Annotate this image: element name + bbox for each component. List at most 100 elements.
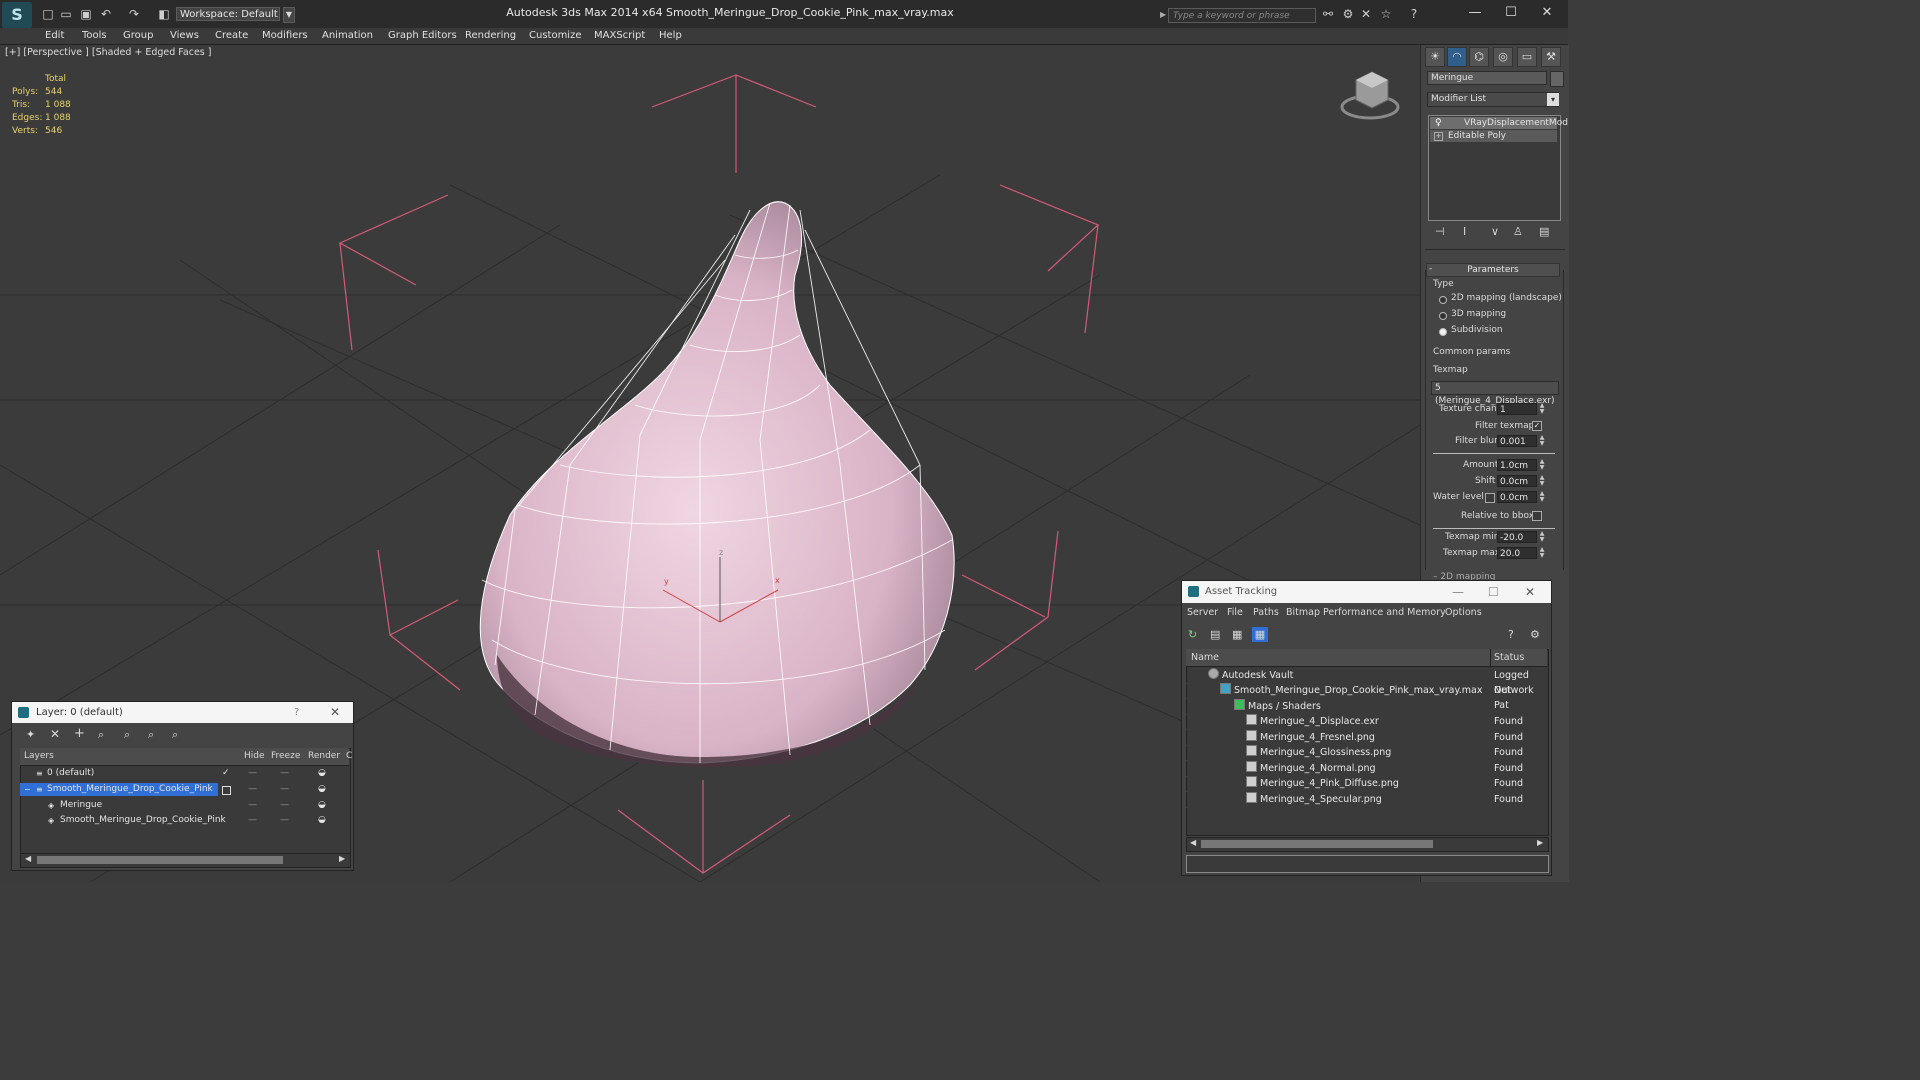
close-button[interactable]: ✕: [1528, 4, 1566, 22]
column-hide[interactable]: Hide: [244, 748, 265, 765]
add-to-layer-icon[interactable]: +: [74, 726, 85, 741]
menu-customize[interactable]: Customize: [529, 29, 582, 43]
layer-name[interactable]: 0 (default): [47, 766, 94, 781]
modifier-list-dropdown[interactable]: Modifier List: [1427, 92, 1559, 107]
expand-icon[interactable]: +: [1434, 132, 1443, 141]
texmap-button[interactable]: 5 (Meringue_4_Displace.exr): [1431, 381, 1559, 406]
texmap-max-spinner-icon[interactable]: ▲ ▼: [1539, 547, 1545, 559]
object-name-field[interactable]: Meringue: [1427, 71, 1547, 85]
save-icon[interactable]: ▣: [78, 7, 94, 21]
viewport-label[interactable]: [+] [Perspective ] [Shaded + Edged Faces…: [5, 47, 211, 58]
option-subdivision[interactable]: Subdivision: [1451, 325, 1503, 335]
render-teapot-icon[interactable]: ◒: [318, 766, 326, 781]
select-objects-icon[interactable]: ⌕: [98, 728, 104, 742]
shift-spinner-icon[interactable]: ▲ ▼: [1539, 475, 1545, 487]
binoculars-icon[interactable]: ⚯: [1320, 7, 1336, 21]
asset-name[interactable]: Smooth_Meringue_Drop_Cookie_Pink_max_vra…: [1220, 683, 1482, 698]
display-tab-icon[interactable]: ▭: [1517, 47, 1537, 67]
remove-modifier-icon[interactable]: ♙: [1513, 225, 1523, 238]
modifier-list-arrow-icon[interactable]: ▾: [1547, 93, 1559, 106]
collapse-icon[interactable]: −: [24, 782, 31, 797]
layer-name[interactable]: Meringue: [60, 798, 102, 813]
subscription-icon[interactable]: ⚙: [1340, 7, 1356, 21]
layers-horizontal-scrollbar[interactable]: ◀ ▶: [20, 853, 351, 868]
app-logo-icon[interactable]: S: [2, 2, 32, 28]
help-icon[interactable]: ?: [1406, 7, 1422, 21]
scroll-thumb[interactable]: [37, 856, 283, 864]
asset-dialog-title-bar[interactable]: Asset Tracking — ☐ ✕: [1182, 581, 1551, 603]
minimize-button[interactable]: —: [1456, 4, 1494, 22]
filter-texmap-checkbox[interactable]: ✓: [1532, 421, 1542, 431]
scroll-thumb[interactable]: [1201, 840, 1433, 848]
relative-bbox-checkbox[interactable]: [1532, 511, 1542, 521]
search-input[interactable]: Type a keyword or phrase: [1168, 8, 1316, 23]
asset-name[interactable]: Maps / Shaders: [1234, 699, 1321, 714]
menu-group[interactable]: Group: [123, 29, 153, 43]
close-icon[interactable]: ✕: [330, 702, 340, 723]
utilities-tab-icon[interactable]: ⚒: [1541, 47, 1561, 67]
asset-name[interactable]: Autodesk Vault: [1208, 668, 1293, 683]
menu-modifiers[interactable]: Modifiers: [262, 29, 308, 43]
list-view-icon[interactable]: ▤: [1210, 628, 1220, 641]
water-level-input[interactable]: 0.0cm: [1497, 491, 1537, 503]
menu-graph-editors[interactable]: Graph Editors: [388, 29, 457, 43]
menu-help[interactable]: Help: [659, 29, 682, 43]
menu-server[interactable]: Server: [1187, 605, 1218, 620]
radio-2d-mapping[interactable]: [1439, 296, 1447, 304]
open-file-icon[interactable]: ▭: [58, 7, 74, 21]
menu-options[interactable]: Options: [1445, 605, 1482, 620]
texmap-max-input[interactable]: 20.0: [1497, 547, 1537, 559]
layer-name[interactable]: Smooth_Meringue_Drop_Cookie_Pink: [60, 813, 226, 828]
render-teapot-icon[interactable]: ◒: [318, 782, 326, 797]
layer-row[interactable]: ≡ 0 (default) ✓ — — ◒: [20, 766, 349, 781]
communication-center-icon[interactable]: ✕: [1358, 7, 1374, 21]
menu-bitmap-performance[interactable]: Bitmap Performance and Memory: [1286, 605, 1446, 620]
asset-row[interactable]: Meringue_4_Displace.exr Found: [1186, 714, 1545, 730]
asset-name[interactable]: Meringue_4_Fresnel.png: [1246, 730, 1375, 745]
delete-layer-icon[interactable]: ✕: [50, 727, 60, 741]
maximize-button[interactable]: ☐: [1492, 4, 1530, 22]
make-unique-icon[interactable]: ∨: [1491, 225, 1499, 238]
option-2d-mapping[interactable]: 2D mapping (landscape): [1451, 293, 1562, 303]
create-layer-icon[interactable]: ✦: [26, 728, 35, 741]
favorites-star-icon[interactable]: ☆: [1378, 7, 1394, 21]
filter-blur-spinner-icon[interactable]: ▲ ▼: [1539, 435, 1545, 447]
close-icon[interactable]: ✕: [1525, 581, 1535, 603]
freeze-toggle[interactable]: —: [280, 813, 289, 828]
object-color-swatch[interactable]: [1550, 71, 1564, 87]
help-icon[interactable]: ?: [294, 702, 299, 723]
project-folder-icon[interactable]: ◧: [156, 7, 172, 21]
hide-toggle[interactable]: —: [248, 798, 257, 813]
active-layer-check-icon[interactable]: ✓: [222, 766, 230, 781]
rollout-collapse-icon[interactable]: -: [1429, 264, 1432, 274]
scroll-left-icon[interactable]: ◀: [1190, 838, 1196, 847]
stack-item-editable-poly[interactable]: Editable Poly: [1430, 130, 1557, 142]
meringue-mesh[interactable]: [479, 201, 955, 768]
create-tab-icon[interactable]: ☀: [1425, 47, 1445, 67]
viewcube-icon[interactable]: [1340, 71, 1400, 120]
texmap-min-input[interactable]: -20.0: [1497, 531, 1537, 543]
shift-input[interactable]: 0.0cm: [1497, 475, 1537, 487]
water-level-spinner-icon[interactable]: ▲ ▼: [1539, 491, 1545, 503]
maximize-icon[interactable]: ☐: [1488, 581, 1499, 603]
configure-sets-icon[interactable]: ▤: [1539, 225, 1549, 238]
radio-3d-mapping[interactable]: [1439, 312, 1447, 320]
freeze-all-icon[interactable]: ⌕: [172, 728, 178, 742]
asset-row[interactable]: Meringue_4_Specular.png Found: [1186, 792, 1545, 808]
asset-name[interactable]: Meringue_4_Displace.exr: [1246, 714, 1379, 729]
menu-views[interactable]: Views: [170, 29, 199, 43]
option-3d-mapping[interactable]: 3D mapping: [1451, 309, 1506, 319]
scroll-right-icon[interactable]: ▶: [339, 854, 345, 863]
column-color[interactable]: C: [346, 748, 352, 765]
render-teapot-icon[interactable]: ◒: [318, 813, 326, 828]
hide-toggle[interactable]: —: [248, 813, 257, 828]
asset-horizontal-scrollbar[interactable]: ◀ ▶: [1186, 837, 1549, 852]
texture-chan-input[interactable]: 1: [1497, 403, 1537, 415]
radio-subdivision[interactable]: [1439, 328, 1447, 336]
motion-tab-icon[interactable]: ◎: [1493, 47, 1513, 67]
layer-row[interactable]: ◈ Smooth_Meringue_Drop_Cookie_Pink — — ◒: [20, 813, 349, 828]
column-freeze[interactable]: Freeze: [271, 748, 300, 765]
asset-name[interactable]: Meringue_4_Normal.png: [1246, 761, 1376, 776]
column-status[interactable]: Status: [1494, 649, 1524, 666]
layer-row[interactable]: ◈ Meringue — — ◒: [20, 798, 349, 813]
